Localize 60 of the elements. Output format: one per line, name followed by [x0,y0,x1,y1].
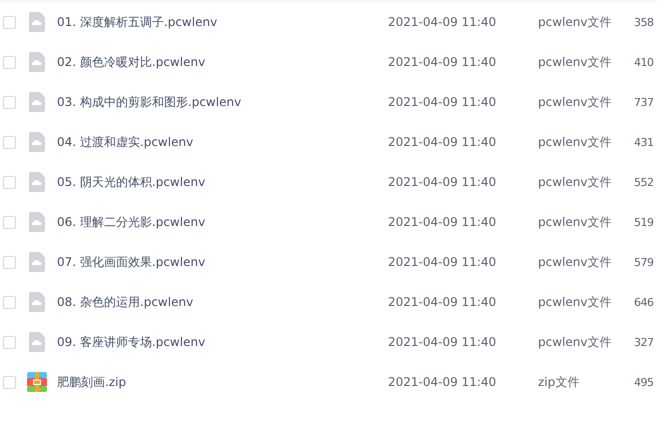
file-name[interactable]: 06. 理解二分光影.pcwlenv [57,214,388,230]
file-type: pcwlenv文件 [538,294,612,310]
file-type: pcwlenv文件 [538,14,612,30]
checkbox[interactable] [3,96,16,108]
file-name[interactable]: 09. 客座讲师专场.pcwlenv [57,334,388,350]
cloud-file-icon [29,172,45,192]
modified-date: 2021-04-09 11:40 [388,55,498,69]
file-size: 737 [634,96,654,108]
checkbox[interactable] [3,16,16,28]
file-type: pcwlenv文件 [538,334,612,350]
file-size: 410 [634,56,654,68]
file-name[interactable]: 01. 深度解析五调子.pcwlenv [57,14,388,30]
cloud-file-icon [29,332,45,352]
file-type: pcwlenv文件 [538,94,612,110]
file-name[interactable]: 07. 强化画面效果.pcwlenv [57,254,388,270]
file-size: 579 [634,256,654,268]
modified-date: 2021-04-09 11:40 [388,295,498,309]
cloud-file-icon [29,212,45,232]
modified-date: 2021-04-09 11:40 [388,95,498,109]
checkbox[interactable] [3,136,16,148]
file-name[interactable]: 04. 过渡和虚实.pcwlenv [57,134,388,150]
modified-date: 2021-04-09 11:40 [388,215,498,229]
modified-date: 2021-04-09 11:40 [388,175,498,189]
modified-date: 2021-04-09 11:40 [388,255,498,269]
checkbox[interactable] [3,336,16,348]
cloud-file-icon [29,292,45,312]
file-type: zip文件 [538,374,580,390]
file-size: 327 [634,336,654,348]
file-type: pcwlenv文件 [538,214,612,230]
file-type: pcwlenv文件 [538,254,612,270]
file-size: 495 [634,376,654,388]
checkbox[interactable] [3,376,16,388]
cloud-file-icon [29,52,45,72]
file-name[interactable]: 03. 构成中的剪影和图形.pcwlenv [57,94,388,110]
file-size: 358 [634,16,654,28]
file-name[interactable]: 02. 颜色冷暖对比.pcwlenv [57,54,388,70]
checkbox[interactable] [3,56,16,68]
checkbox[interactable] [3,176,16,188]
file-type: pcwlenv文件 [538,134,612,150]
file-size: 646 [634,296,654,308]
cloud-file-icon [29,132,45,152]
modified-date: 2021-04-09 11:40 [388,375,498,389]
modified-date: 2021-04-09 11:40 [388,135,498,149]
file-name[interactable]: 肥鹏刻画.zip [57,374,388,390]
checkbox[interactable] [3,256,16,268]
checkbox[interactable] [3,216,16,228]
checkbox[interactable] [3,296,16,308]
file-size: 552 [634,176,654,188]
file-size: 519 [634,216,654,228]
cloud-file-icon [29,252,45,272]
modified-date: 2021-04-09 11:40 [388,15,498,29]
archive-icon [27,372,47,392]
cloud-file-icon [29,92,45,112]
file-name[interactable]: 05. 阴天光的体积.pcwlenv [57,174,388,190]
modified-date: 2021-04-09 11:40 [388,335,498,349]
file-name[interactable]: 08. 杂色的运用.pcwlenv [57,294,388,310]
file-size: 431 [634,136,654,148]
file-type: pcwlenv文件 [538,174,612,190]
cloud-file-icon [29,12,45,32]
file-type: pcwlenv文件 [538,54,612,70]
